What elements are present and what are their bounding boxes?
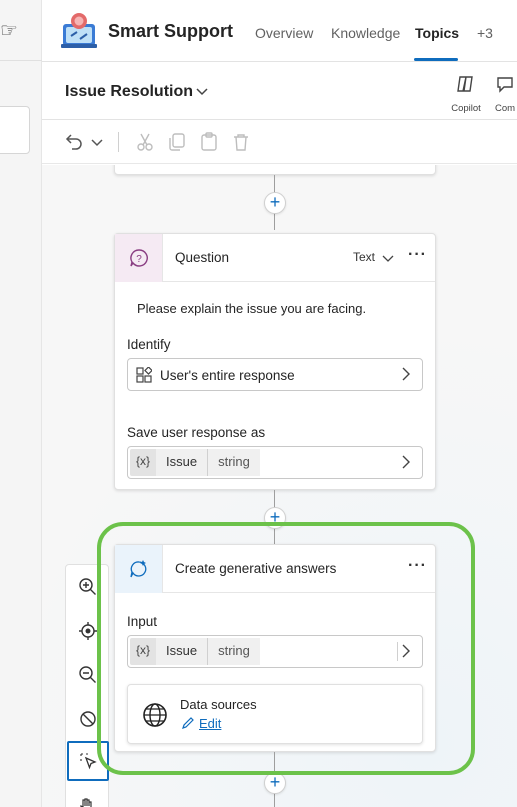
copy-icon[interactable] [166, 131, 188, 153]
divider [0, 60, 42, 61]
tab-topics[interactable]: Topics [415, 25, 459, 41]
question-type-select[interactable]: Text [353, 250, 375, 264]
copilot-icon [457, 76, 473, 92]
comment-icon [497, 77, 513, 93]
zoom-in-icon[interactable] [78, 577, 98, 597]
question-icon: ? [129, 249, 148, 267]
chevron-right-icon [402, 455, 410, 469]
highlight-annotation [97, 522, 475, 775]
comments-label: Com [495, 103, 516, 114]
app-title: Smart Support [108, 21, 234, 41]
zoom-out-icon[interactable] [78, 665, 98, 685]
chevron-down-icon[interactable] [86, 131, 108, 153]
hand-pointer-icon: ☞ [0, 20, 18, 42]
tab-more[interactable]: +3 [477, 25, 493, 41]
question-icon-box: ? [115, 234, 163, 282]
tab-knowledge[interactable]: Knowledge [331, 25, 400, 41]
copilot-label: Copilot [451, 103, 481, 114]
identify-label: Identify [127, 337, 171, 352]
minimap-toggle-icon[interactable] [78, 709, 98, 729]
left-panel-card[interactable] [0, 106, 30, 154]
variable-name: Issue [156, 449, 209, 476]
identify-value: User's entire response [160, 368, 295, 383]
active-tab-indicator [414, 58, 458, 61]
variable-symbol: {x} [130, 449, 157, 476]
save-variable-field[interactable]: {x} Issue string [127, 446, 423, 479]
top-bar: Smart Support Overview Knowledge Topics … [42, 0, 517, 62]
add-node-button[interactable]: + [264, 192, 286, 214]
copilot-button[interactable]: Copilot [446, 74, 486, 114]
cut-icon[interactable] [134, 131, 156, 153]
question-node[interactable]: ? Question Text ··· Please explain the i… [114, 233, 436, 490]
paste-icon[interactable] [198, 131, 220, 153]
agent-app-icon [61, 13, 97, 48]
delete-icon[interactable] [230, 131, 252, 153]
toolbar-divider [118, 132, 119, 152]
question-node-header: ? Question Text ··· [115, 234, 435, 282]
add-node-button[interactable]: + [264, 772, 286, 794]
edit-toolbar [42, 120, 517, 164]
recenter-icon[interactable] [78, 621, 98, 641]
comments-button[interactable]: Com [495, 74, 517, 114]
more-options-icon[interactable]: ··· [408, 246, 427, 264]
topic-title[interactable]: Issue Resolution [65, 83, 193, 101]
chevron-right-icon [402, 367, 410, 381]
pan-hand-icon[interactable] [78, 797, 98, 807]
save-response-label: Save user response as [127, 425, 266, 440]
question-node-title: Question [175, 250, 230, 265]
previous-node-card[interactable] [114, 165, 436, 175]
tab-overview[interactable]: Overview [255, 25, 313, 41]
question-message[interactable]: Please explain the issue you are facing. [137, 301, 366, 316]
chevron-down-icon[interactable] [382, 252, 394, 264]
topic-header: Issue Resolution Copilot Com [42, 62, 517, 120]
variable-chip[interactable]: {x} Issue string [130, 449, 260, 476]
select-cursor-icon [80, 753, 97, 770]
identify-select[interactable]: User's entire response [127, 358, 423, 391]
chevron-down-icon[interactable] [195, 84, 209, 98]
left-panel: ☞ [0, 0, 42, 807]
entity-icon [136, 367, 152, 383]
undo-icon[interactable] [62, 131, 84, 153]
variable-type: string [208, 449, 260, 476]
svg-text:?: ? [136, 254, 142, 265]
